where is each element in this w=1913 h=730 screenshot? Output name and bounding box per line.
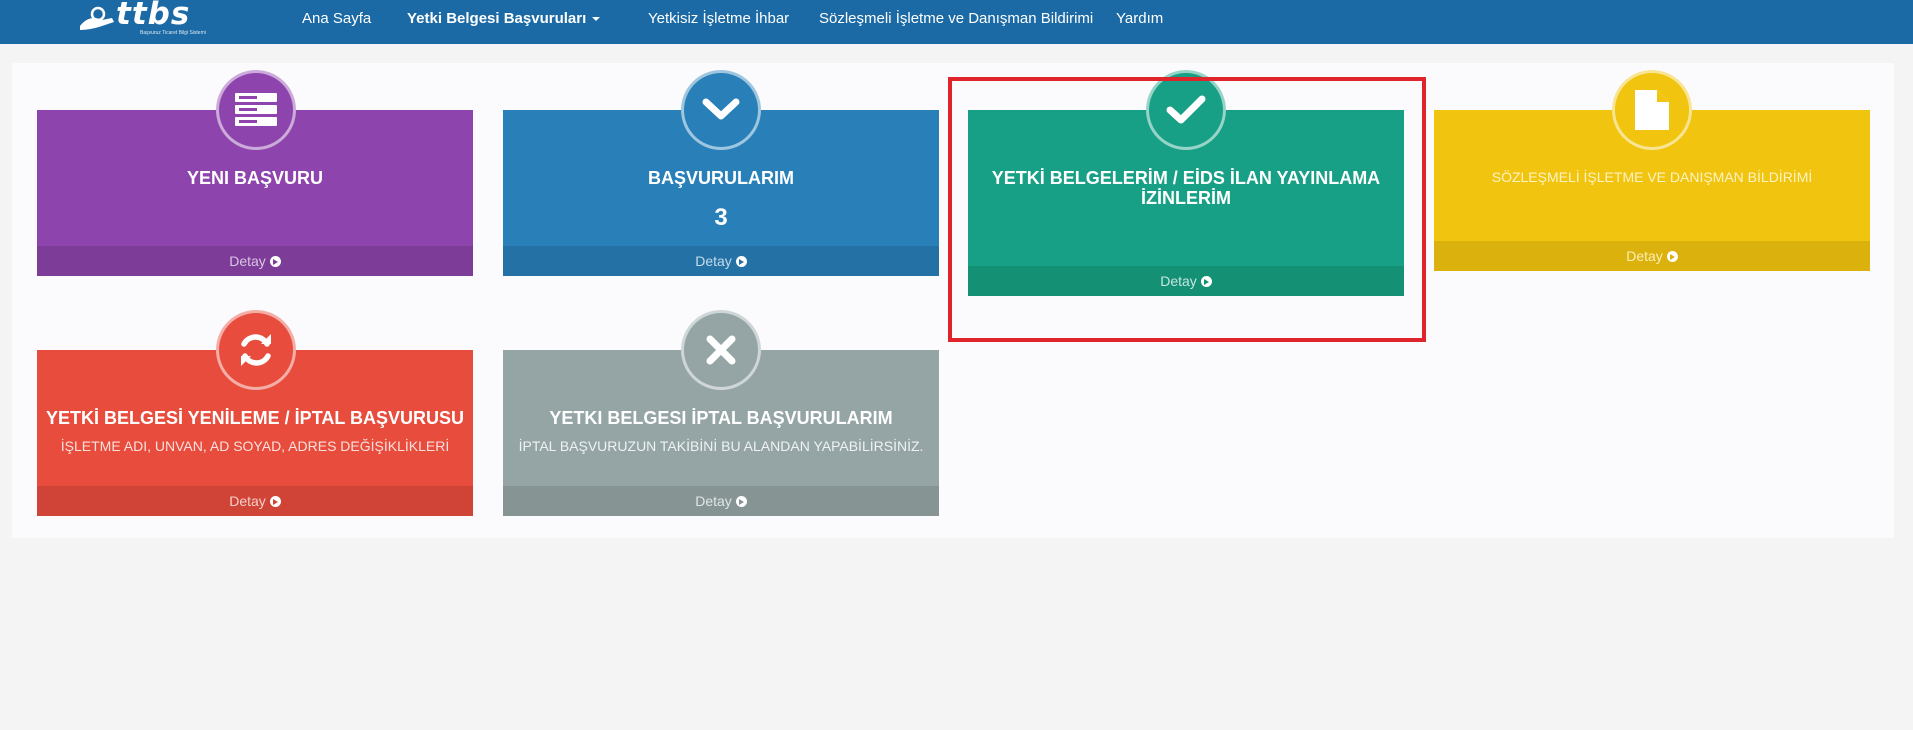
card-title: SÖZLEŞMELİ İŞLETME VE DANIŞMAN BİLDİRİMİ	[1491, 169, 1813, 185]
nav-report[interactable]: Yetkisiz İşletme İhbar	[648, 10, 789, 27]
server-icon	[216, 70, 296, 150]
file-icon	[1612, 70, 1692, 150]
detail-link[interactable]: Detay	[37, 246, 473, 276]
application-count: 3	[714, 204, 728, 231]
caret-down-icon	[592, 17, 601, 22]
card-title: YETKİ BELGESİ YENİLEME / İPTAL BAŞVURUSU	[45, 408, 465, 428]
detail-label: Detay	[1626, 248, 1663, 264]
arrow-circle-icon	[269, 256, 281, 267]
detail-link[interactable]: Detay	[1434, 241, 1870, 271]
top-navbar: ttbs Başvuruz Ticaret Bilgi Sistemi Ana …	[0, 0, 1913, 44]
card-title: BAŞVURULARIM	[648, 168, 794, 188]
logo-subtitle: Başvuruz Ticaret Bilgi Sistemi	[140, 30, 206, 36]
nav-applications-label: Yetki Belgesi Başvuruları	[407, 10, 587, 27]
arrow-circle-icon	[269, 496, 281, 507]
hand-logo-icon	[80, 6, 114, 30]
detail-label: Detay	[695, 253, 732, 269]
ttbs-logo[interactable]: ttbs Başvuruz Ticaret Bilgi Sistemi	[78, 0, 206, 38]
detail-link[interactable]: Detay	[503, 486, 939, 516]
card-title: YETKI BELGESI İPTAL BAŞVURULARIM	[549, 408, 893, 428]
detail-label: Detay	[695, 493, 732, 509]
nav-help[interactable]: Yardım	[1116, 10, 1163, 27]
nav-home[interactable]: Ana Sayfa	[302, 10, 371, 27]
logo-text: ttbs	[116, 0, 191, 32]
card-subtitle: İPTAL BAŞVURUZUN TAKİBİNİ BU ALANDAN YAP…	[518, 438, 924, 454]
refresh-icon	[216, 310, 296, 390]
highlight-box	[948, 77, 1426, 342]
card-title: YENI BAŞVURU	[186, 168, 324, 188]
chevron-down-icon	[681, 70, 761, 150]
detail-link[interactable]: Detay	[37, 486, 473, 516]
detail-label: Detay	[229, 493, 266, 509]
nav-contract[interactable]: Sözleşmeli İşletme ve Danışman Bildirimi	[819, 10, 1093, 27]
arrow-circle-icon	[735, 496, 747, 507]
card-subtitle: İŞLETME ADI, UNVAN, AD SOYAD, ADRES DEĞİ…	[60, 438, 450, 454]
nav-applications-dropdown[interactable]: Yetki Belgesi Başvuruları	[407, 10, 601, 27]
detail-label: Detay	[229, 253, 266, 269]
close-icon	[681, 310, 761, 390]
arrow-circle-icon	[735, 256, 747, 267]
arrow-circle-icon	[1666, 251, 1678, 262]
detail-link[interactable]: Detay	[503, 246, 939, 276]
